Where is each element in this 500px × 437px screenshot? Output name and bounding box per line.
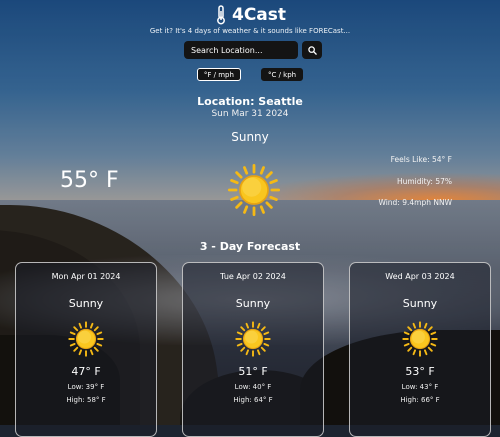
- sun-icon: [68, 321, 104, 357]
- forecast-date: Mon Apr 01 2024: [51, 272, 121, 281]
- current-condition: Sunny: [231, 130, 269, 144]
- wind: Wind: 9.4mph NNW: [378, 198, 452, 207]
- forecast-temperature: 47° F: [71, 365, 101, 378]
- unit-fahrenheit-button[interactable]: °F / mph: [196, 68, 241, 81]
- forecast-low: Low: 39° F: [67, 383, 105, 391]
- forecast-card: Wed Apr 03 2024 Sunny 53° F Low: 43° F H…: [349, 262, 491, 437]
- app-title: 4Cast: [231, 5, 287, 25]
- search-bar: Search Location...: [184, 41, 322, 59]
- forecast-condition: Sunny: [235, 297, 271, 310]
- forecast-card: Tue Apr 02 2024 Sunny 51° F Low: 40° F H…: [182, 262, 324, 437]
- sun-icon: [227, 163, 281, 217]
- forecast-temperature: 53° F: [405, 365, 435, 378]
- forecast-low: Low: 40° F: [234, 383, 272, 391]
- forecast-date: Tue Apr 02 2024: [220, 272, 286, 281]
- unit-toggle: °F / mph °C / kph: [0, 68, 500, 81]
- feels-like: Feels Like: 54° F: [390, 155, 452, 164]
- forecast-title: 3 - Day Forecast: [199, 240, 301, 253]
- sun-icon: [402, 321, 438, 357]
- search-input[interactable]: Search Location...: [184, 41, 298, 59]
- current-location: Location: Seattle: [197, 95, 303, 108]
- forecast-card: Mon Apr 01 2024 Sunny 47° F Low: 39° F H…: [15, 262, 157, 437]
- forecast-temperature: 51° F: [238, 365, 268, 378]
- forecast-condition: Sunny: [402, 297, 438, 310]
- unit-celsius-button[interactable]: °C / kph: [260, 68, 304, 81]
- forecast-condition: Sunny: [68, 297, 104, 310]
- forecast-high: High: 64° F: [233, 396, 273, 404]
- forecast-date: Wed Apr 03 2024: [385, 272, 455, 281]
- app-tagline: Get it? It's 4 days of weather & it soun…: [149, 27, 351, 35]
- search-icon: [307, 45, 317, 55]
- forecast-high: High: 58° F: [66, 396, 106, 404]
- humidity: Humidity: 57%: [396, 176, 452, 186]
- search-button[interactable]: [302, 41, 322, 59]
- app-header: 4Cast Get it? It's 4 days of weather & i…: [0, 4, 500, 35]
- forecast-low: Low: 43° F: [401, 383, 439, 391]
- forecast-high: High: 66° F: [400, 396, 440, 404]
- thermometer-icon: [217, 5, 225, 25]
- current-temperature: 55° F: [60, 168, 119, 193]
- sun-icon: [235, 321, 271, 357]
- search-placeholder: Search Location...: [191, 45, 263, 55]
- current-date: Sun Mar 31 2024: [211, 109, 289, 119]
- current-details: Feels Like: 54° F Humidity: 57% Wind: 9.…: [378, 155, 452, 220]
